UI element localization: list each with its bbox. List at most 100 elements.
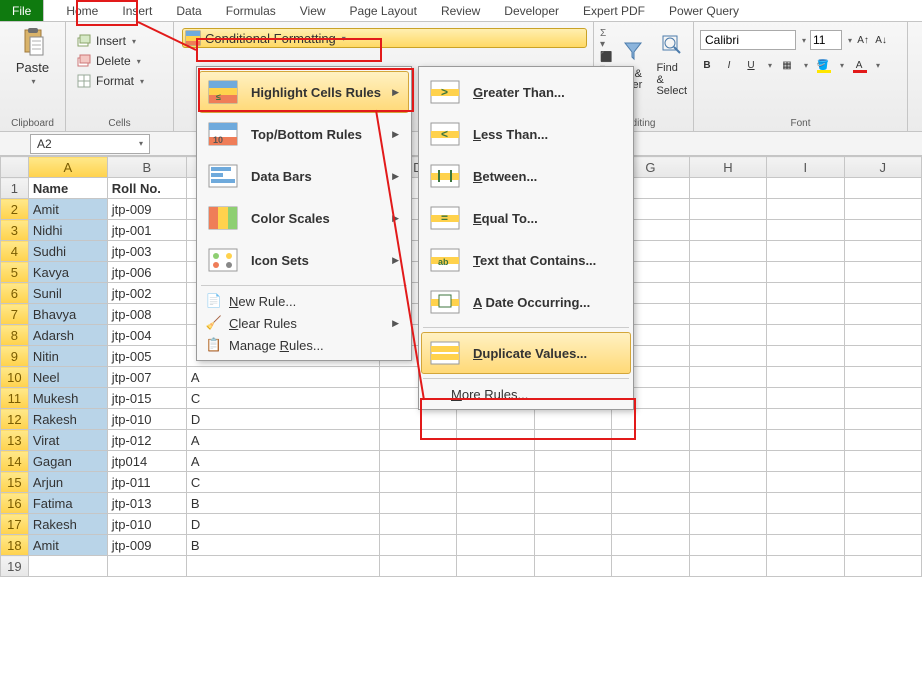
cell[interactable] — [844, 451, 922, 472]
cell[interactable] — [612, 430, 690, 451]
row-header[interactable]: 11 — [1, 388, 29, 409]
tab-expert-pdf[interactable]: Expert PDF — [571, 0, 657, 21]
conditional-formatting-button[interactable]: Conditional Formatting ▾ — [182, 28, 587, 48]
tab-file[interactable]: File — [0, 0, 44, 21]
row-header[interactable]: 5 — [1, 262, 29, 283]
font-color-button[interactable]: A — [852, 58, 866, 72]
cell[interactable] — [844, 430, 922, 451]
cell[interactable] — [457, 493, 535, 514]
cell[interactable]: Name — [28, 178, 107, 199]
decrease-font-icon[interactable]: A↓ — [874, 33, 888, 47]
cell[interactable] — [767, 283, 844, 304]
row-header[interactable]: 17 — [1, 514, 29, 535]
cell[interactable] — [844, 220, 922, 241]
cf-data-bars[interactable]: Data Bars ▶ — [199, 155, 409, 197]
cell[interactable]: B — [186, 535, 379, 556]
cell[interactable] — [767, 388, 844, 409]
tab-home[interactable]: Home — [54, 0, 110, 21]
cell[interactable] — [689, 514, 767, 535]
row-header[interactable]: 13 — [1, 430, 29, 451]
cell[interactable] — [767, 514, 844, 535]
cell[interactable] — [612, 535, 690, 556]
row-header[interactable]: 19 — [1, 556, 29, 577]
cell[interactable] — [689, 304, 767, 325]
cell[interactable] — [844, 325, 922, 346]
cf-highlight-cells-rules[interactable]: ≤ Highlight Cells Rules ▶ — [199, 71, 409, 113]
cell[interactable]: jtp-009 — [107, 199, 186, 220]
hcr-greater-than[interactable]: > Greater Than... — [421, 71, 631, 113]
cell[interactable] — [107, 556, 186, 577]
cell[interactable] — [689, 430, 767, 451]
font-name-select[interactable] — [700, 30, 796, 50]
cell[interactable] — [457, 514, 535, 535]
cell[interactable] — [379, 514, 457, 535]
cell[interactable]: Fatima — [28, 493, 107, 514]
hcr-date-occurring[interactable]: A Date Occurring... — [421, 281, 631, 323]
cell[interactable]: jtp-009 — [107, 535, 186, 556]
cf-icon-sets[interactable]: Icon Sets ▶ — [199, 239, 409, 281]
cell[interactable]: jtp014 — [107, 451, 186, 472]
cell[interactable] — [844, 514, 922, 535]
cell[interactable] — [689, 451, 767, 472]
cell[interactable] — [767, 241, 844, 262]
increase-font-icon[interactable]: A↑ — [856, 33, 870, 47]
cell[interactable] — [689, 262, 767, 283]
cell[interactable] — [379, 535, 457, 556]
cell[interactable] — [844, 493, 922, 514]
row-header[interactable]: 3 — [1, 220, 29, 241]
cell[interactable]: jtp-007 — [107, 367, 186, 388]
cell[interactable] — [844, 304, 922, 325]
cell[interactable] — [689, 283, 767, 304]
row-header[interactable]: 9 — [1, 346, 29, 367]
bold-button[interactable]: B — [700, 58, 714, 72]
cell[interactable] — [534, 409, 611, 430]
cell[interactable]: jtp-012 — [107, 430, 186, 451]
cell[interactable] — [689, 472, 767, 493]
cell[interactable]: Amit — [28, 535, 107, 556]
cell[interactable] — [612, 514, 690, 535]
cell[interactable] — [844, 283, 922, 304]
cell[interactable]: jtp-006 — [107, 262, 186, 283]
cell[interactable] — [767, 367, 844, 388]
cell[interactable] — [612, 493, 690, 514]
cell[interactable] — [767, 472, 844, 493]
cell[interactable] — [28, 556, 107, 577]
format-button[interactable]: Format▾ — [72, 72, 167, 90]
paste-button[interactable]: Paste ▾ — [6, 26, 59, 88]
cell[interactable]: A — [186, 451, 379, 472]
cell[interactable]: Kavya — [28, 262, 107, 283]
cell[interactable] — [379, 430, 457, 451]
row-header[interactable]: 10 — [1, 367, 29, 388]
cell[interactable]: Adarsh — [28, 325, 107, 346]
tab-review[interactable]: Review — [429, 0, 492, 21]
cell[interactable]: Mukesh — [28, 388, 107, 409]
cell[interactable]: jtp-010 — [107, 409, 186, 430]
cell[interactable]: Rakesh — [28, 514, 107, 535]
cell[interactable] — [844, 556, 922, 577]
cell[interactable] — [457, 535, 535, 556]
fill-color-button[interactable]: 🪣 — [816, 58, 830, 72]
cell[interactable] — [844, 241, 922, 262]
cell[interactable] — [689, 178, 767, 199]
cell[interactable] — [457, 409, 535, 430]
cell[interactable] — [844, 388, 922, 409]
cell[interactable]: Sudhi — [28, 241, 107, 262]
cell[interactable]: jtp-008 — [107, 304, 186, 325]
cell[interactable] — [534, 430, 611, 451]
cell[interactable] — [534, 472, 611, 493]
cell[interactable] — [844, 535, 922, 556]
cf-color-scales[interactable]: Color Scales ▶ — [199, 197, 409, 239]
cell[interactable] — [689, 388, 767, 409]
cell[interactable] — [612, 409, 690, 430]
cell[interactable] — [689, 535, 767, 556]
cell[interactable]: Nitin — [28, 346, 107, 367]
row-header[interactable]: 18 — [1, 535, 29, 556]
tab-power-query[interactable]: Power Query — [657, 0, 751, 21]
cell[interactable]: jtp-005 — [107, 346, 186, 367]
select-all-corner[interactable] — [1, 157, 29, 178]
cell[interactable] — [534, 493, 611, 514]
insert-button[interactable]: Insert▾ — [72, 32, 167, 50]
cell[interactable] — [767, 220, 844, 241]
cell[interactable]: jtp-002 — [107, 283, 186, 304]
row-header[interactable]: 4 — [1, 241, 29, 262]
